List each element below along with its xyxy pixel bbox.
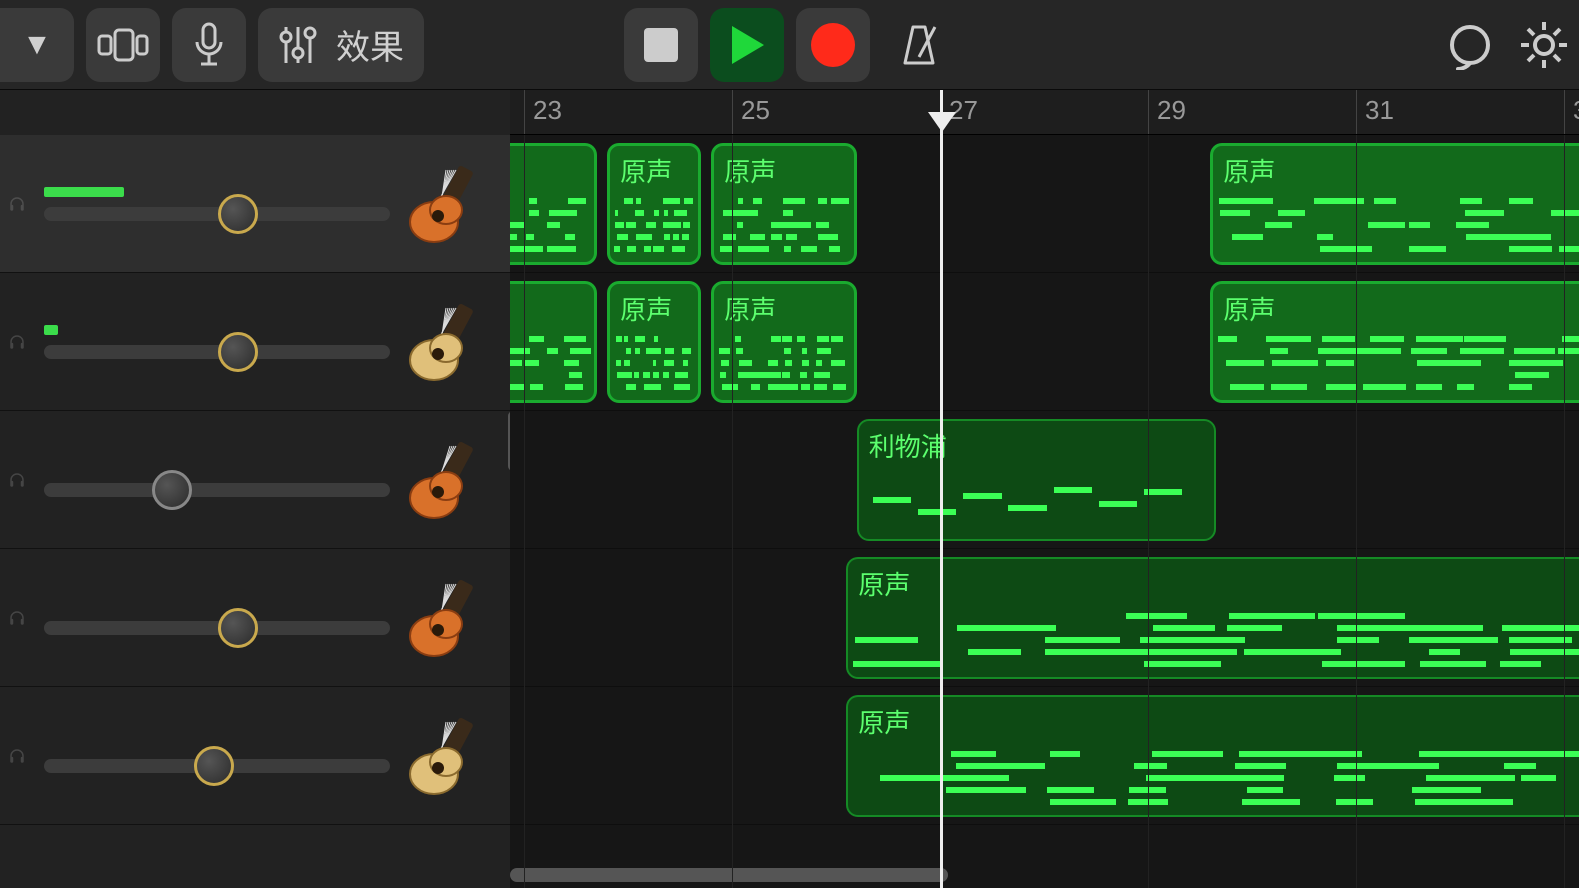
loop-icon (1445, 20, 1495, 70)
ruler-tick-33: 33 (1564, 90, 1579, 134)
horizontal-scrollbar-thumb[interactable] (510, 868, 948, 882)
region-label: 原声 (858, 565, 1579, 602)
volume-thumb[interactable] (218, 194, 258, 234)
track-row-t1[interactable] (0, 135, 510, 273)
settings-button[interactable] (1519, 8, 1569, 82)
microphone-button[interactable] (172, 8, 246, 82)
region[interactable]: 原声 (846, 695, 1579, 817)
headphones-icon[interactable] (8, 195, 26, 213)
volume-slider[interactable] (44, 483, 390, 497)
lane-t3[interactable]: 利物浦 (510, 411, 1579, 549)
tracks-view-icon (97, 26, 149, 64)
track-row-t3[interactable] (0, 411, 510, 549)
gridline (732, 135, 733, 888)
gridline (1564, 135, 1565, 888)
region[interactable]: 原声 (607, 281, 701, 403)
play-icon (728, 24, 766, 66)
region[interactable]: 原声 (711, 281, 857, 403)
metronome-icon (895, 21, 943, 69)
region-label: 利物浦 (869, 427, 1204, 464)
region[interactable]: 利物浦 (857, 419, 1216, 541)
volume-thumb[interactable] (194, 746, 234, 786)
region[interactable]: 原声 (711, 143, 857, 265)
volume-slider[interactable] (44, 759, 390, 773)
level-meter (44, 463, 390, 473)
workspace: 232527293133353739 原声原声原声原声原声原声原声原声利物浦原声… (0, 90, 1579, 888)
gridline (524, 135, 525, 888)
midi-notes (1217, 322, 1579, 394)
ruler-tick-25: 25 (732, 90, 770, 134)
gridline (1356, 135, 1357, 888)
record-button[interactable] (796, 8, 870, 82)
level-meter (44, 601, 390, 611)
stop-button[interactable] (624, 8, 698, 82)
volume-thumb[interactable] (218, 332, 258, 372)
arrange-area[interactable]: 232527293133353739 原声原声原声原声原声原声原声原声利物浦原声… (510, 90, 1579, 888)
play-button[interactable] (710, 8, 784, 82)
acoustic-guitar-icon (408, 302, 488, 382)
volume-thumb[interactable] (152, 470, 192, 510)
volume-thumb[interactable] (218, 608, 258, 648)
region[interactable]: 原声 (1210, 143, 1579, 265)
gridline (1148, 135, 1149, 888)
level-meter (44, 325, 390, 335)
midi-notes (863, 461, 1210, 533)
lane-t5[interactable]: 原声 (510, 687, 1579, 825)
ruler-tick-23: 23 (524, 90, 562, 134)
track-row-t5[interactable] (0, 687, 510, 825)
bass-guitar-icon (408, 440, 488, 520)
playhead[interactable] (940, 90, 943, 888)
volume-slider[interactable] (44, 345, 390, 359)
microphone-icon (193, 22, 225, 68)
midi-notes (510, 322, 590, 394)
ruler-tick-31: 31 (1356, 90, 1394, 134)
midi-notes (510, 184, 590, 256)
metronome-button[interactable] (882, 8, 956, 82)
region[interactable]: 原声 (1210, 281, 1579, 403)
midi-notes (718, 184, 850, 256)
midi-notes (614, 322, 694, 394)
gear-icon (1519, 20, 1569, 70)
lane-t2[interactable]: 原声原声原声原声 (510, 273, 1579, 411)
lane-t1[interactable]: 原声原声原声原声 (510, 135, 1579, 273)
headphones-icon[interactable] (8, 333, 26, 351)
track-panel (0, 90, 510, 888)
ruler-tick-29: 29 (1148, 90, 1186, 134)
track-row-t2[interactable] (0, 273, 510, 411)
lane-t4[interactable]: 原声 (510, 549, 1579, 687)
midi-notes (852, 737, 1579, 809)
electric-guitar-icon (408, 578, 488, 658)
headphones-icon[interactable] (8, 747, 26, 765)
toolbar: ▼ 效果 (0, 0, 1579, 90)
fx-label: 效果 (336, 20, 404, 69)
fx-button[interactable]: 效果 (258, 8, 424, 82)
volume-slider[interactable] (44, 621, 390, 635)
sliders-icon (278, 23, 318, 67)
headphones-icon[interactable] (8, 471, 26, 489)
chevron-down-icon: ▼ (22, 28, 52, 62)
stop-icon (644, 28, 678, 62)
midi-notes (718, 322, 850, 394)
region-label: 原声 (858, 703, 1579, 740)
timeline-ruler[interactable]: 232527293133353739 (510, 90, 1579, 135)
midi-notes (614, 184, 694, 256)
view-dropdown[interactable]: ▼ (0, 8, 74, 82)
electric-guitar-icon (408, 164, 488, 244)
track-row-t4[interactable] (0, 549, 510, 687)
level-meter (44, 187, 390, 197)
midi-notes (1217, 184, 1579, 256)
horizontal-scrollbar[interactable] (510, 868, 1579, 882)
region[interactable]: 原声 (846, 557, 1579, 679)
volume-slider[interactable] (44, 207, 390, 221)
loop-button[interactable] (1433, 8, 1507, 82)
record-icon (811, 23, 855, 67)
headphones-icon[interactable] (8, 609, 26, 627)
tracks-view-button[interactable] (86, 8, 160, 82)
acoustic-guitar-icon (408, 716, 488, 796)
region[interactable]: 原声 (607, 143, 701, 265)
midi-notes (852, 599, 1579, 671)
